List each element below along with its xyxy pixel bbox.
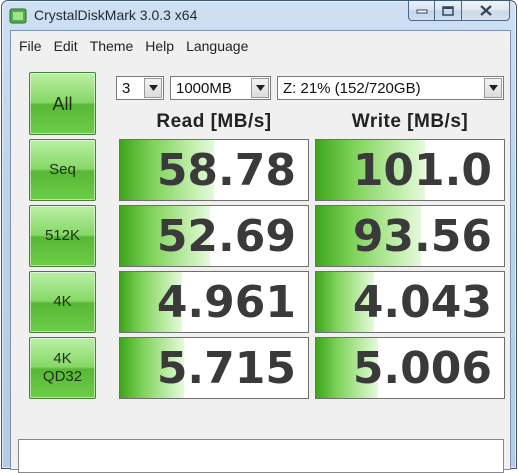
read-value: 52.69 <box>156 210 296 262</box>
test-size-value: 1000MB <box>176 79 232 97</box>
write-header: Write [MB/s] <box>351 111 469 132</box>
menu-theme[interactable]: Theme <box>90 38 134 54</box>
write-result-1: 93.56 <box>315 205 505 267</box>
write-value: 101.0 <box>352 144 492 196</box>
read-result-2: 4.961 <box>119 271 309 333</box>
minimize-button[interactable] <box>408 1 435 21</box>
maximize-icon <box>442 5 454 16</box>
write-result-0: 101.0 <box>315 139 505 201</box>
drive-dropdown-arrow[interactable] <box>484 78 502 98</box>
chevron-down-icon <box>488 85 498 91</box>
menu-edit[interactable]: Edit <box>54 38 78 54</box>
read-result-1: 52.69 <box>119 205 309 267</box>
write-result-3: 5.006 <box>315 337 505 399</box>
drive-select[interactable]: Z: 21% (152/720GB) <box>277 76 504 100</box>
minimize-icon <box>416 9 427 13</box>
test-size-select[interactable]: 1000MB <box>170 76 271 100</box>
write-value: 93.56 <box>352 210 492 262</box>
chevron-down-icon <box>148 85 158 91</box>
close-icon <box>479 5 492 16</box>
drive-value: Z: 21% (152/720GB) <box>283 79 421 97</box>
row-button-0[interactable]: Seq <box>29 139 96 201</box>
all-button-label: All <box>52 93 73 114</box>
test-count-value: 3 <box>122 79 131 97</box>
all-button[interactable]: All <box>29 72 96 135</box>
row-button-label: 512K <box>44 227 81 244</box>
read-result-0: 58.78 <box>119 139 309 201</box>
test-count-select[interactable]: 3 <box>116 76 164 100</box>
read-value: 58.78 <box>156 144 296 196</box>
row-button-3[interactable]: 4K QD32 <box>29 337 96 399</box>
read-result-3: 5.715 <box>119 337 309 399</box>
test-count-dropdown-arrow[interactable] <box>144 78 162 98</box>
row-button-label: Seq <box>49 161 76 178</box>
row-button-label: 4K QD32 <box>42 350 83 385</box>
status-comment-box[interactable] <box>18 439 504 473</box>
chevron-down-icon <box>255 85 265 91</box>
read-value: 4.961 <box>156 276 296 328</box>
app-icon <box>9 7 27 25</box>
benchmark-panel: All 3 1000MB Z: 21% (152/720GB) Read [MB… <box>18 65 505 473</box>
window-title: CrystalDiskMark 3.0.3 x64 <box>34 7 198 23</box>
menu-bar: File Edit Theme Help Language <box>11 31 510 61</box>
read-header: Read [MB/s] <box>156 111 272 132</box>
client-area: File Edit Theme Help Language All 3 1000… <box>10 30 511 473</box>
test-size-dropdown-arrow[interactable] <box>251 78 269 98</box>
caption-buttons <box>408 1 510 21</box>
write-value: 5.006 <box>352 342 492 394</box>
menu-help[interactable]: Help <box>145 38 174 54</box>
row-button-1[interactable]: 512K <box>29 205 96 267</box>
menu-language[interactable]: Language <box>186 38 248 54</box>
close-button[interactable] <box>462 1 510 21</box>
maximize-button[interactable] <box>435 1 462 21</box>
write-result-2: 4.043 <box>315 271 505 333</box>
read-value: 5.715 <box>156 342 296 394</box>
row-button-2[interactable]: 4K <box>29 271 96 333</box>
row-button-label: 4K <box>53 293 72 310</box>
menu-file[interactable]: File <box>19 38 42 54</box>
window-frame: CrystalDiskMark 3.0.3 x64 File Edit Them… <box>1 0 517 473</box>
write-value: 4.043 <box>352 276 492 328</box>
